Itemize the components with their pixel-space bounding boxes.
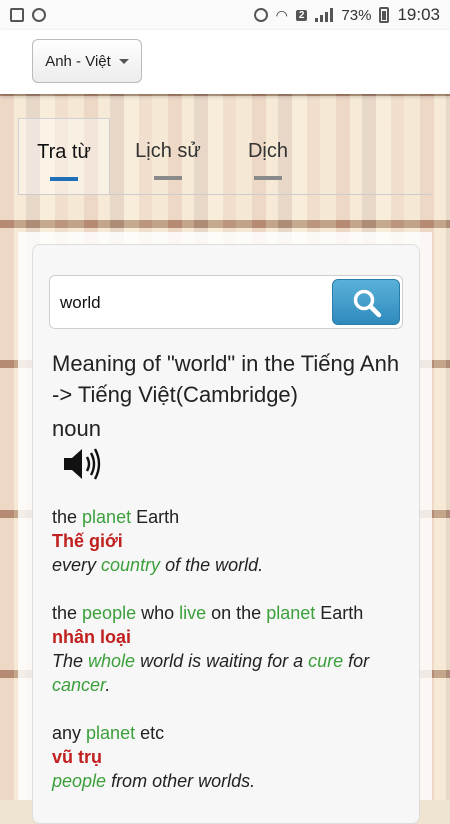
language-label: Anh - Việt bbox=[45, 52, 111, 70]
tab-indicator bbox=[254, 176, 282, 180]
highlighted-word[interactable]: planet bbox=[86, 723, 135, 743]
text-segment: every bbox=[52, 555, 102, 575]
text-segment: world is waiting for a bbox=[135, 651, 309, 671]
wifi-icon: ◠ bbox=[275, 6, 288, 23]
definition-text: the people who live on the planet Earth bbox=[52, 601, 402, 625]
search-input[interactable] bbox=[58, 286, 332, 320]
vietnamese-translation: Thế giới bbox=[52, 531, 123, 551]
text-segment: for bbox=[343, 651, 370, 671]
account-notification-icon bbox=[32, 8, 46, 22]
signal-icon bbox=[315, 8, 334, 22]
chevron-down-icon bbox=[118, 58, 129, 64]
highlighted-word[interactable]: live bbox=[179, 603, 206, 623]
definition-entry: the people who live on the planet Earth n… bbox=[52, 601, 402, 697]
text-segment: who bbox=[136, 603, 180, 623]
highlighted-word[interactable]: whole bbox=[88, 651, 135, 671]
definition-list: the planet Earth Thế giới every country of… bbox=[52, 505, 402, 817]
definition-entry: the planet Earth Thế giới every country of… bbox=[52, 505, 402, 577]
text-segment: from other worlds. bbox=[106, 771, 256, 791]
sim-badge: 2 bbox=[295, 9, 308, 21]
text-segment: of the world. bbox=[160, 555, 264, 575]
text-segment: Earth bbox=[131, 507, 180, 527]
text-segment: The bbox=[52, 651, 89, 671]
app-bar: Anh - Việt bbox=[0, 30, 450, 94]
tab-lookup[interactable]: Tra từ bbox=[18, 118, 110, 194]
result-title: Meaning of "world" in the Tiếng Anh -> T… bbox=[52, 351, 400, 407]
text-segment: the bbox=[52, 603, 83, 623]
example-sentence: every country of the world. bbox=[52, 553, 402, 577]
tab-lookup-label: Tra từ bbox=[37, 141, 91, 163]
highlighted-word[interactable]: planet bbox=[266, 603, 315, 623]
highlighted-word[interactable]: people bbox=[52, 771, 106, 791]
alarm-icon bbox=[253, 8, 268, 22]
highlighted-word[interactable]: cure bbox=[308, 651, 343, 671]
gallery-notification-icon bbox=[10, 8, 24, 22]
clock: 19:03 bbox=[397, 5, 440, 24]
text-segment: etc bbox=[135, 723, 165, 743]
tab-history-label: Lịch sử bbox=[135, 140, 201, 162]
highlighted-word[interactable]: planet bbox=[82, 507, 131, 527]
vietnamese-translation: nhân loại bbox=[52, 627, 132, 647]
search-icon bbox=[353, 289, 382, 318]
tab-indicator bbox=[50, 177, 78, 181]
status-bar: ◠ 2 73% 19:03 bbox=[0, 0, 450, 30]
battery-icon bbox=[379, 7, 390, 23]
example-sentence: people from other worlds. bbox=[52, 769, 402, 793]
part-of-speech: noun bbox=[52, 416, 101, 441]
vietnamese-translation: vũ trụ bbox=[52, 747, 103, 767]
tab-translate[interactable]: Dịch bbox=[240, 118, 296, 194]
highlighted-word[interactable]: country bbox=[101, 555, 160, 575]
search-button[interactable] bbox=[332, 279, 400, 325]
speaker-icon[interactable] bbox=[62, 445, 102, 483]
example-sentence: The whole world is waiting for a cure fo… bbox=[52, 649, 402, 697]
highlighted-word[interactable]: people bbox=[82, 603, 136, 623]
lookup-panel: Meaning of "world" in the Tiếng Anh -> T… bbox=[32, 244, 420, 824]
tab-indicator bbox=[154, 176, 182, 180]
tab-history[interactable]: Lịch sử bbox=[126, 118, 210, 194]
text-segment: the bbox=[52, 507, 83, 527]
text-segment: on the bbox=[206, 603, 267, 623]
text-segment: . bbox=[105, 675, 111, 695]
text-segment: any bbox=[52, 723, 87, 743]
language-dropdown[interactable]: Anh - Việt bbox=[32, 39, 142, 83]
battery-percent: 73% bbox=[341, 6, 372, 24]
tab-bar: Tra từ Lịch sử Dịch bbox=[18, 118, 432, 195]
highlighted-word[interactable]: cancer bbox=[52, 675, 105, 695]
tab-translate-label: Dịch bbox=[247, 140, 288, 162]
search-box bbox=[49, 275, 403, 329]
text-segment: Earth bbox=[315, 603, 364, 623]
definition-entry: any planet etc vũ trụ people from other wo… bbox=[52, 721, 402, 793]
definition-text: the planet Earth bbox=[52, 505, 402, 529]
definition-text: any planet etc bbox=[52, 721, 402, 745]
